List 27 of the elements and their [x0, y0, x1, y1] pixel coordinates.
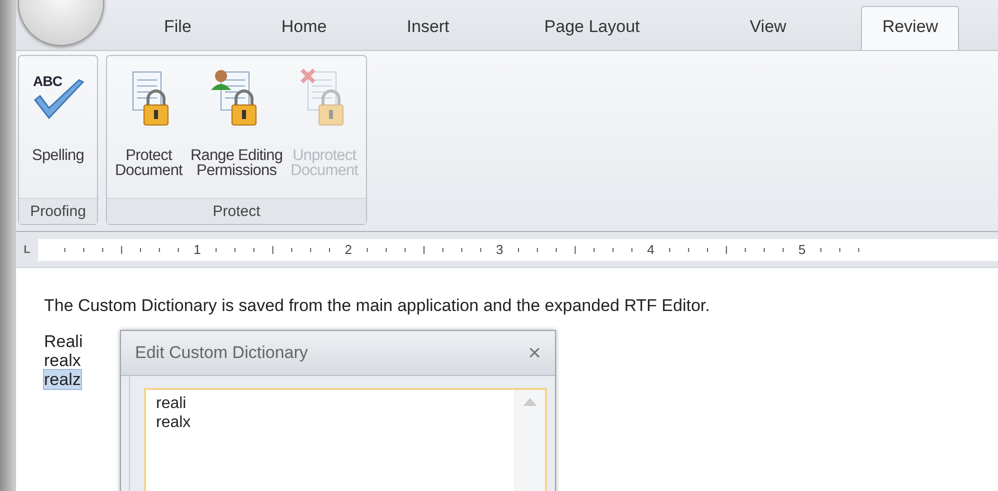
document-paragraph: The Custom Dictionary is saved from the main application and the expanded RTF Editor.: [44, 296, 711, 316]
document-word: Reali: [44, 332, 83, 351]
ruler-number: 3: [496, 242, 504, 256]
ruler-number: 1: [194, 242, 201, 256]
document-word: realx: [44, 351, 81, 370]
scroll-up-icon[interactable]: [523, 398, 537, 406]
dialog-title: Edit Custom Dictionary: [135, 343, 308, 363]
close-button[interactable]: ×: [528, 340, 541, 366]
group-label: Proofing: [19, 198, 97, 224]
ribbon-button[interactable]: ABC Spelling: [23, 62, 93, 165]
ruler-number: 2: [344, 242, 352, 256]
dictionary-entry[interactable]: realx: [156, 413, 504, 432]
ribbon-button[interactable]: Protect Document: [111, 62, 186, 180]
ribbon-tab[interactable]: View: [730, 7, 806, 50]
ribbon-tab[interactable]: Review: [861, 6, 960, 50]
ribbon-button[interactable]: Range Editing Permissions: [186, 62, 287, 180]
dictionary-entry[interactable]: reali: [156, 394, 504, 413]
ribbon-tab[interactable]: File: [144, 7, 212, 50]
tab-stop-selector[interactable]: L: [16, 244, 38, 256]
ribbon-tab[interactable]: Insert: [386, 7, 470, 50]
ribbon-tab[interactable]: Home: [261, 7, 347, 50]
ruler-number: 5: [798, 242, 806, 256]
dictionary-list[interactable]: reali realx: [144, 388, 547, 491]
group-label: Protect: [107, 198, 366, 224]
document-word: realz: [44, 370, 81, 389]
ruler-number: 4: [647, 242, 654, 256]
ribbon-tab[interactable]: Page Layout: [524, 7, 660, 50]
